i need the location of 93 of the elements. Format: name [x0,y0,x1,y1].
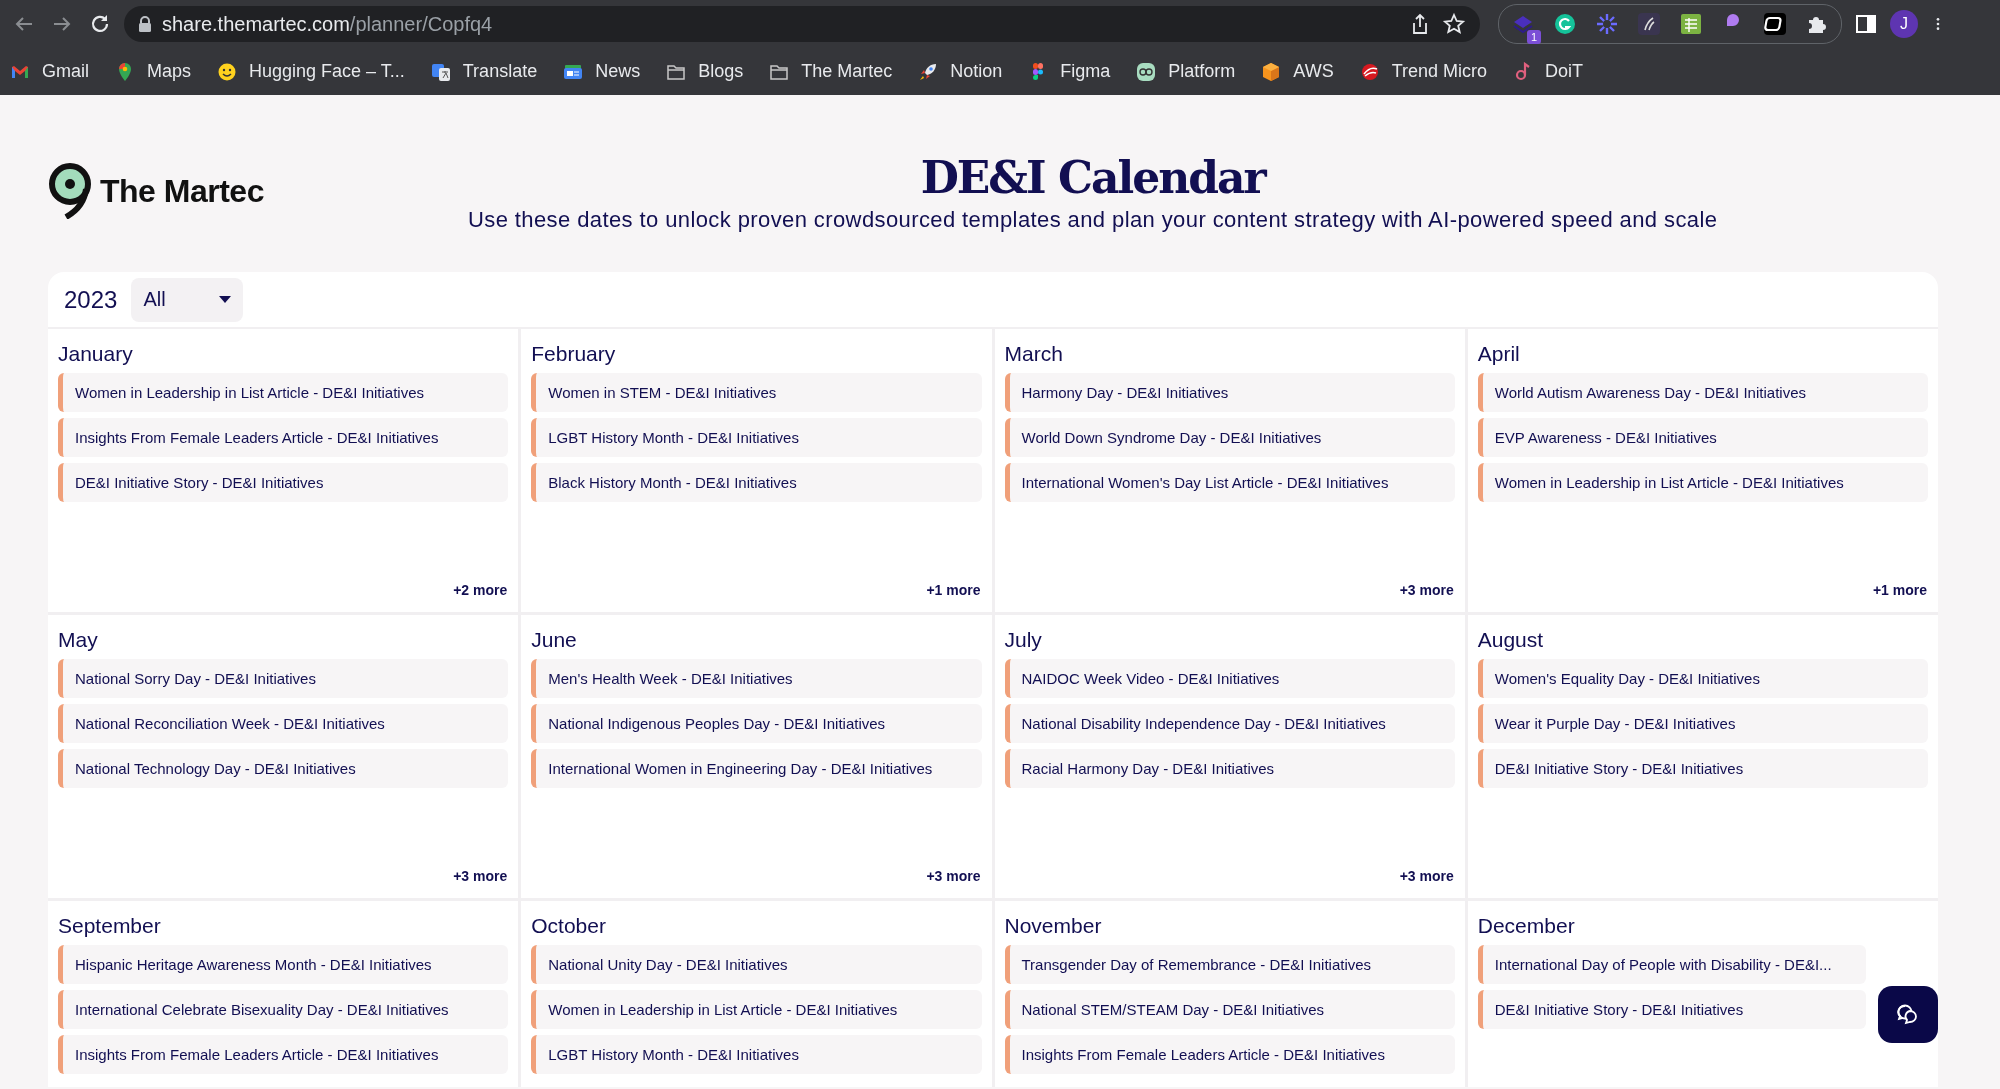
bookmark-link[interactable]: Maps [147,61,192,82]
event-item[interactable]: Men's Health Week - DE&I Initiatives [531,659,982,698]
event-item[interactable]: International Celebrate Bisexuality Day - DE&I Initiatives [58,990,509,1029]
event-item[interactable]: Black History Month - DE&I Initiatives [531,463,982,502]
event-item[interactable]: National STEM/STEAM Day - DE&I Initiatives [1004,990,1455,1029]
event-item[interactable]: International Day of People with Disability - DE&I... [1477,945,1866,984]
event-item[interactable]: World Down Syndrome Day - DE&I Initiatives [1004,418,1455,457]
category-dropdown[interactable]: All [131,277,244,322]
event-item[interactable]: Insights From Female Leaders Article - DE&I Initiatives [1004,1035,1455,1074]
event-item[interactable]: International Women in Engineering Day - DE&I Initiatives [531,749,982,788]
spreadsheet-icon[interactable] [1679,12,1703,36]
month-title: October [531,913,607,939]
rocket-icon [918,61,939,82]
event-item[interactable]: DE&I Initiative Story - DE&I Initiatives [58,463,509,502]
cube-icon [1261,61,1282,82]
event-item[interactable]: DE&I Initiative Story - DE&I Initiatives [1477,990,1866,1029]
event-item[interactable]: NAIDOC Week Video - DE&I Initiatives [1004,659,1455,698]
month-title: January [58,341,134,367]
sunburst-icon[interactable] [1595,12,1619,36]
lock-icon [138,16,152,32]
bookmark-link[interactable]: DoiT [1545,61,1584,82]
event-item[interactable]: Hispanic Heritage Awareness Month - DE&I Initiatives [58,945,509,984]
month-title: June [531,627,578,653]
month-title: April [1477,341,1521,367]
smiley-icon [217,61,238,82]
bookmark-link[interactable]: News [595,61,641,82]
profile-avatar[interactable]: J [1890,10,1918,38]
page-title: DE&I Calendar [920,155,1265,202]
event-item[interactable]: Women in Leadership in List Article - DE&I Initiatives [1477,463,1928,502]
chat-bubbles-icon [1896,1003,1920,1026]
year-label: 2023 [64,285,118,314]
month-title: February [531,341,617,367]
more-link[interactable]: +1 more [926,582,981,598]
swirl-icon [1359,61,1380,82]
month-title: December [1477,913,1576,939]
event-item[interactable]: National Reconciliation Week - DE&I Initiatives [58,704,509,743]
more-link[interactable]: +3 more [1399,868,1454,884]
event-item[interactable]: Women in Leadership in List Article - DE&I Initiatives [58,373,509,412]
event-item[interactable]: Wear it Purple Day - DE&I Initiatives [1477,704,1928,743]
circle-arc-icon[interactable] [1553,12,1577,36]
event-item[interactable]: Women in STEM - DE&I Initiatives [531,373,982,412]
bookmark-link[interactable]: Platform [1168,61,1236,82]
feather-icon[interactable] [1637,12,1661,36]
event-item[interactable]: Harmony Day - DE&I Initiatives [1004,373,1455,412]
notification-badge: 1 [1526,30,1541,44]
glasses-icon [1136,61,1157,82]
month-title: March [1004,341,1064,367]
month-title: May [58,627,99,653]
logo-icon [48,163,92,219]
bookmark-link[interactable]: Trend Micro [1391,61,1488,82]
more-link[interactable]: +1 more [1872,582,1927,598]
more-link[interactable]: +3 more [453,868,508,884]
event-item[interactable]: International Women's Day List Article - DE&I Initiatives [1004,463,1455,502]
bookmark-link[interactable]: Translate [462,61,538,82]
bookmark-link[interactable]: Gmail [42,61,89,82]
event-item[interactable]: LGBT History Month - DE&I Initiatives [531,418,982,457]
more-link[interactable]: +2 more [453,582,508,598]
star-icon[interactable] [1442,12,1466,36]
bookmark-link[interactable]: Figma [1060,61,1111,82]
bookmark-link[interactable]: The Martec [801,61,893,82]
event-item[interactable]: National Indigenous Peoples Day - DE&I Initiatives [531,704,982,743]
event-item[interactable]: National Unity Day - DE&I Initiatives [531,945,982,984]
event-item[interactable]: Transgender Day of Remembrance - DE&I Initiatives [1004,945,1455,984]
caret-icon [219,295,232,304]
event-item[interactable]: National Disability Independence Day - DE&I Initiatives [1004,704,1455,743]
page-subtitle: Use these dates to unlock proven crowdsourced templates and plan your content strategy with AI-powered speed and scale [468,207,1718,234]
event-item[interactable]: DE&I Initiative Story - DE&I Initiatives [1477,749,1928,788]
more-link[interactable]: +3 more [926,868,981,884]
month-title: September [58,913,162,939]
sidebar-icon[interactable] [1854,12,1878,36]
chat-button[interactable] [1878,986,1938,1043]
event-item[interactable]: National Technology Day - DE&I Initiatives [58,749,509,788]
month-title: July [1004,627,1043,653]
more-link[interactable]: +3 more [1399,582,1454,598]
translate-icon [430,61,451,82]
event-item[interactable]: EVP Awareness - DE&I Initiatives [1477,418,1928,457]
address-bar[interactable]: share.themartec.com/planner/Copfq4 [124,6,1480,42]
bookmark-link[interactable]: Blogs [698,61,744,82]
bookmark-link[interactable]: Notion [950,61,1003,82]
event-item[interactable]: Racial Harmony Day - DE&I Initiatives [1004,749,1455,788]
event-item[interactable]: World Autism Awareness Day - DE&I Initiatives [1477,373,1928,412]
month-title: November [1004,913,1103,939]
url-text: share.themartec.com/planner/Copfq4 [162,12,494,36]
month-title: August [1477,627,1545,653]
event-item[interactable]: Women's Equality Day - DE&I Initiatives [1477,659,1928,698]
brand-name: The Martec [100,172,264,210]
event-item[interactable]: Insights From Female Leaders Article - DE&I Initiatives [58,1035,509,1074]
bookmark-link[interactable]: Hugging Face – T... [249,61,405,82]
event-item[interactable]: LGBT History Month - DE&I Initiatives [531,1035,982,1074]
event-item[interactable]: Women in Leadership in List Article - DE&I Initiatives [531,990,982,1029]
event-item[interactable]: Insights From Female Leaders Article - DE&I Initiatives [58,418,509,457]
event-item[interactable]: National Sorry Day - DE&I Initiatives [58,659,509,698]
bookmark-link[interactable]: AWS [1293,61,1334,82]
